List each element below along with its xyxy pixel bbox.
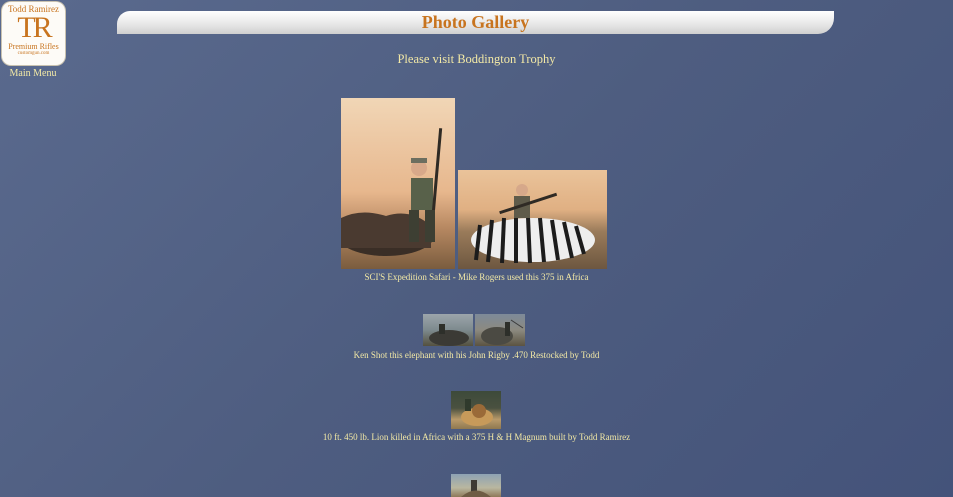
gallery-caption-2: Ken Shot this elephant with his John Rig…	[353, 350, 600, 360]
buffalo-photo-art	[341, 128, 443, 256]
trophy-photo-4[interactable]	[451, 474, 501, 497]
logo-monogram: TR	[17, 11, 52, 44]
zebra-hunt-photo[interactable]	[458, 170, 607, 269]
buffalo-hunt-photo[interactable]	[341, 98, 455, 269]
lion-photo-art	[461, 399, 493, 426]
gallery-caption-3: 10 ft. 450 lb. Lion killed in Africa wit…	[322, 432, 631, 442]
elephant-photo-1-art	[429, 324, 469, 346]
elephant-photo-1[interactable]	[423, 314, 473, 346]
elephant-photo-2-art	[481, 319, 524, 345]
logo-tagline: Premium Rifles	[8, 42, 59, 51]
gallery-caption-1: SCI'S Expedition Safari - Mike Rogers us…	[364, 272, 589, 282]
boddington-trophy-link[interactable]: Please visit Boddington Trophy	[0, 52, 953, 67]
page-title: Photo Gallery	[421, 12, 530, 32]
zebra-photo-art	[471, 184, 595, 264]
elephant-photo-2[interactable]	[475, 314, 525, 346]
trophy-photo-4-art	[461, 480, 491, 497]
lion-photo[interactable]	[451, 391, 501, 429]
main-menu-link[interactable]: Main Menu	[0, 68, 66, 79]
page-header-banner: Photo Gallery	[117, 11, 834, 34]
